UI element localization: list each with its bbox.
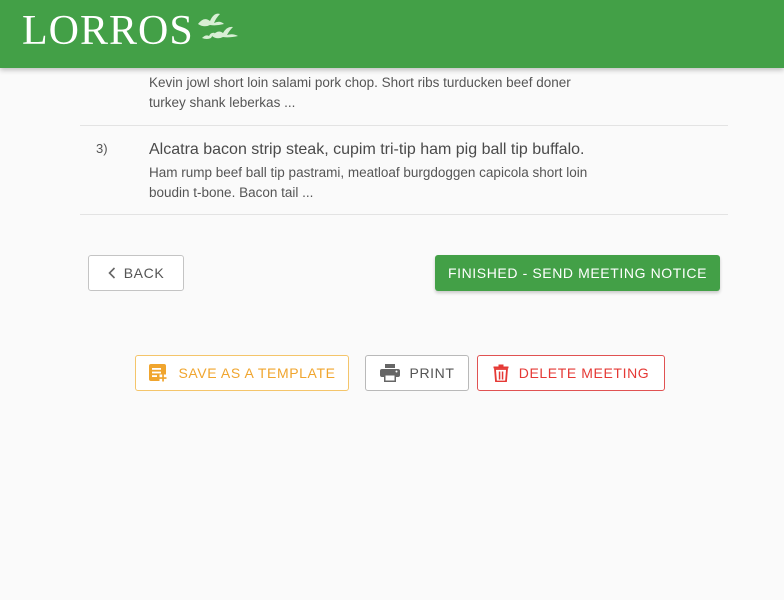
- delete-meeting-button[interactable]: DELETE MEETING: [477, 355, 665, 391]
- back-label: BACK: [123, 265, 165, 281]
- print-button[interactable]: PRINT: [365, 355, 469, 391]
- item-description: Ham rump beef ball tip pastrami, meatloa…: [149, 165, 588, 200]
- save-as-template-button[interactable]: SAVE AS A TEMPLATE: [135, 355, 349, 391]
- logo[interactable]: LORROS: [22, 6, 240, 56]
- playlist-add-icon: [148, 363, 168, 383]
- print-label: PRINT: [409, 365, 455, 381]
- app-header: LORROS: [0, 0, 784, 68]
- send-meeting-notice-button[interactable]: FINISHED - SEND MEETING NOTICE: [435, 255, 720, 291]
- back-button[interactable]: BACK: [88, 255, 184, 291]
- birds-logo-icon: [197, 13, 238, 39]
- printer-icon: [379, 364, 400, 382]
- trash-icon: [493, 364, 509, 382]
- template-label: SAVE AS A TEMPLATE: [178, 365, 336, 381]
- chevron-left-icon: [108, 266, 116, 282]
- finish-label: FINISHED - SEND MEETING NOTICE: [447, 265, 708, 281]
- delete-label: DELETE MEETING: [518, 365, 650, 381]
- page: Kevin jowl short loin salami pork chop. …: [0, 0, 784, 600]
- logo-text: LORROS: [22, 8, 194, 54]
- item-title: Alcatra bacon strip steak, cupim tri-tip…: [149, 141, 585, 158]
- item-description: Kevin jowl short loin salami pork chop. …: [149, 75, 571, 110]
- list-item: 3) Alcatra bacon strip steak, cupim tri-…: [80, 126, 728, 215]
- item-number: 3): [96, 141, 108, 156]
